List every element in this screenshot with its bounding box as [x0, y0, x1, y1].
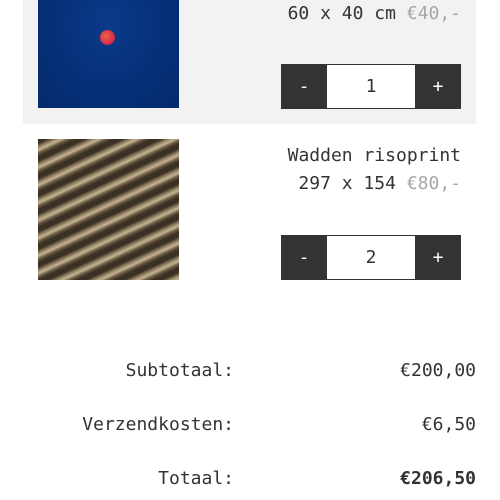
product-price: €40,- [406, 3, 461, 24]
product-image-sand-ripples[interactable] [38, 139, 179, 280]
quantity-stepper: - + [281, 64, 461, 109]
product-image-lunar-eclipse[interactable] [38, 0, 179, 108]
decrease-quantity-button[interactable]: - [281, 235, 327, 280]
subtotal-label: Subtotaal: [125, 360, 234, 381]
quantity-input[interactable] [327, 64, 415, 109]
shipping-row: Verzendkosten: €6,50 [0, 414, 500, 438]
total-label: Totaal: [158, 468, 234, 489]
cart-item: Wadden risoprint 297 x 154 €80,- - + [23, 124, 476, 294]
total-row: Totaal: €206,50 [0, 468, 500, 492]
increase-quantity-button[interactable]: + [415, 235, 461, 280]
product-size: 297 x 154 [298, 173, 396, 194]
product-size-price: 297 x 154 €80,- [298, 173, 461, 194]
moon-graphic [100, 30, 115, 45]
subtotal-row: Subtotaal: €200,00 [0, 360, 500, 384]
product-title: Wadden risoprint [287, 145, 461, 166]
quantity-input[interactable] [327, 235, 415, 280]
subtotal-value: €200,00 [400, 360, 476, 381]
product-size-price: 60 x 40 cm €40,- [288, 3, 461, 24]
decrease-quantity-button[interactable]: - [281, 64, 327, 109]
total-value: €206,50 [400, 468, 476, 489]
increase-quantity-button[interactable]: + [415, 64, 461, 109]
cart-item: 60 x 40 cm €40,- - + [23, 0, 476, 124]
product-size: 60 x 40 cm [287, 3, 396, 24]
shipping-label: Verzendkosten: [82, 414, 234, 435]
quantity-stepper: - + [281, 235, 461, 280]
shipping-value: €6,50 [421, 414, 476, 435]
product-price: €80,- [406, 173, 461, 194]
